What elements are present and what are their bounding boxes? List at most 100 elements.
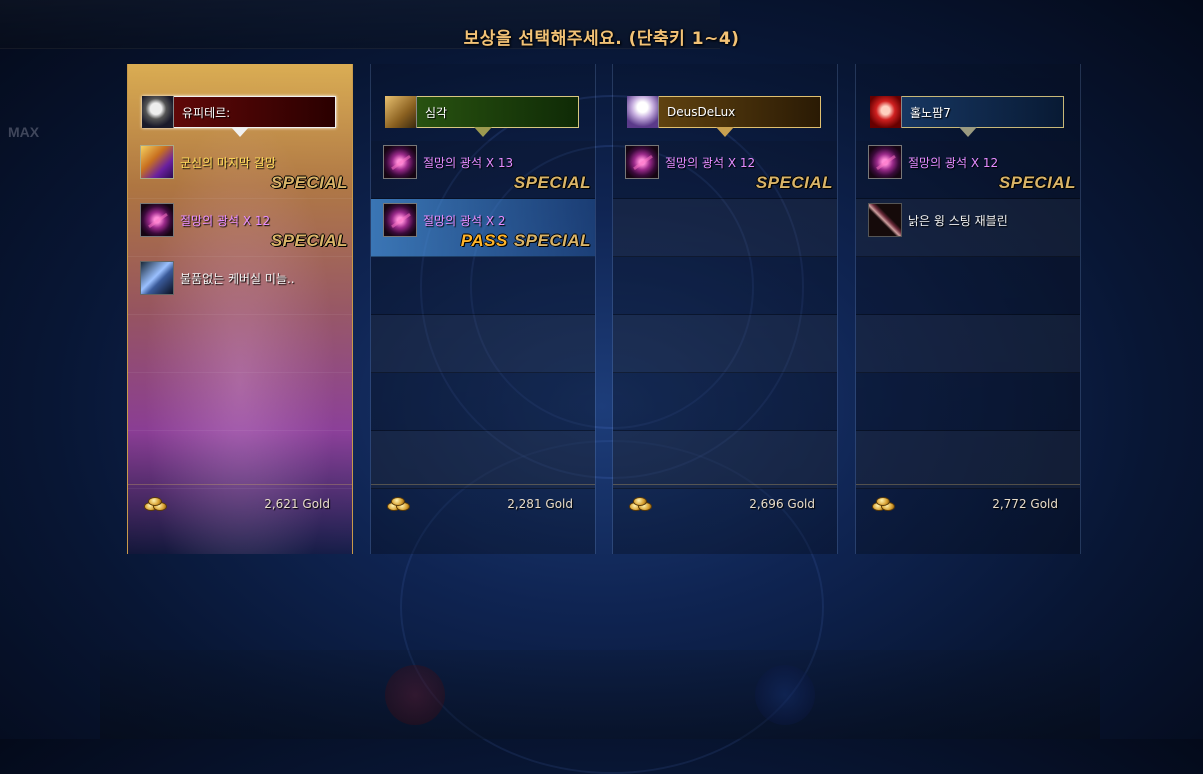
player-name: DeusDeLux xyxy=(667,105,736,119)
reward-item: 절망의 광석 X 12 xyxy=(868,145,998,179)
despair-ore-icon xyxy=(140,203,174,237)
empty-reward-row xyxy=(613,257,837,315)
empty-reward-row xyxy=(128,373,352,431)
name-bar-pointer xyxy=(474,127,492,137)
empty-reward-row xyxy=(613,315,837,373)
empty-reward-row xyxy=(613,199,837,257)
javelin-icon xyxy=(868,203,902,237)
reward-item-name: 절망의 광석 X 12 xyxy=(665,155,756,170)
gold-unit: Gold xyxy=(787,497,815,511)
rarity-tag: SPECIAL xyxy=(271,173,348,193)
background-skill-bar xyxy=(100,650,1100,739)
reward-item-row[interactable]: 절망의 광석 X 12 SPECIAL xyxy=(128,199,352,257)
gold-reward-row: 2,281 Gold xyxy=(371,484,595,525)
gold-value: 2,281 xyxy=(507,497,542,511)
reward-item-name: 절망의 광석 X 13 xyxy=(423,155,514,170)
gold-unit: Gold xyxy=(545,497,573,511)
rarity-tag: SPECIAL xyxy=(514,173,591,193)
reward-column-1[interactable]: 유피테르: 군신의 마지막 갈망 SPECIAL 절망의 광석 X 12 SPECIAL… xyxy=(127,64,353,554)
reward-item: 낡은 윙 스팅 재블린 xyxy=(868,203,1008,237)
reward-list: 절망의 광석 X 12 SPECIAL 낡은 윙 스팅 재블린 xyxy=(856,141,1080,489)
gold-value: 2,621 xyxy=(264,497,299,511)
reward-item-row[interactable]: 낡은 윙 스팅 재블린 xyxy=(856,199,1080,257)
gold-coin-icon xyxy=(872,496,895,511)
special-tag: SPECIAL xyxy=(755,173,833,192)
weapon-icon xyxy=(140,261,174,295)
gold-amount: 2,621 Gold xyxy=(264,497,330,511)
player-name: 유피테르: xyxy=(182,105,231,120)
despair-ore-icon xyxy=(383,145,417,179)
despair-ore-icon xyxy=(868,145,902,179)
gold-value: 2,696 xyxy=(749,497,784,511)
reward-item-row[interactable]: 절망의 광석 X 12 SPECIAL xyxy=(613,141,837,199)
white-haired-character-portrait xyxy=(627,96,659,128)
rarity-tag: SPECIAL xyxy=(271,231,348,251)
silver-haired-character-portrait xyxy=(142,96,174,128)
reward-item-row[interactable]: 군신의 마지막 갈망 SPECIAL xyxy=(128,141,352,199)
gold-amount: 2,696 Gold xyxy=(749,497,815,511)
player-name-bar: 유피테르: xyxy=(142,96,336,137)
reward-list: 절망의 광석 X 13 SPECIAL 절망의 광석 X 2 PASS SPECIAL xyxy=(371,141,595,489)
empty-reward-row xyxy=(371,315,595,373)
reward-item: 불품없는 케버실 미늘.. xyxy=(140,261,295,295)
player-name-bar: 심각 xyxy=(385,96,579,137)
empty-reward-row xyxy=(128,315,352,373)
special-tag: SPECIAL xyxy=(270,231,348,250)
gold-value: 2,772 xyxy=(992,497,1027,511)
name-bar-pointer xyxy=(959,127,977,137)
reward-list: 절망의 광석 X 12 SPECIAL xyxy=(613,141,837,489)
gold-coin-icon xyxy=(629,496,652,511)
empty-reward-row xyxy=(856,431,1080,489)
gold-amount: 2,281 Gold xyxy=(507,497,573,511)
reward-item-name: 절망의 광석 X 12 xyxy=(908,155,999,170)
gold-coin-icon xyxy=(387,496,410,511)
gold-unit: Gold xyxy=(1030,497,1058,511)
empty-reward-row xyxy=(613,431,837,489)
reward-item-name: 절망의 광석 X 12 xyxy=(180,213,271,228)
reward-item: 군신의 마지막 갈망 xyxy=(140,145,276,179)
reward-item-name: 낡은 윙 스팅 재블린 xyxy=(908,213,1008,228)
red-haired-character-portrait xyxy=(870,96,902,128)
mp-orb xyxy=(755,665,815,725)
golden-character-portrait xyxy=(385,96,417,128)
empty-reward-row xyxy=(128,431,352,489)
gold-reward-row: 2,696 Gold xyxy=(613,484,837,525)
rarity-tag: PASS SPECIAL xyxy=(461,231,591,251)
reward-item-row[interactable]: 절망의 광석 X 12 SPECIAL xyxy=(856,141,1080,199)
max-label: MAX xyxy=(8,124,40,140)
player-name-bar: DeusDeLux xyxy=(627,96,821,137)
name-bar-pointer xyxy=(716,127,734,137)
reward-item-row[interactable]: 불품없는 케버실 미늘.. xyxy=(128,257,352,315)
gold-reward-row: 2,621 Gold xyxy=(128,484,352,525)
player-name: 심각 xyxy=(425,105,448,120)
empty-reward-row xyxy=(856,373,1080,431)
gold-reward-row: 2,772 Gold xyxy=(856,484,1080,525)
rarity-tag: SPECIAL xyxy=(756,173,833,193)
reward-item: 절망의 광석 X 12 xyxy=(625,145,755,179)
hp-orb xyxy=(385,665,445,725)
empty-reward-row xyxy=(371,431,595,489)
player-name-bar: 홀노팜7 xyxy=(870,96,1064,137)
reward-item: 절망의 광석 X 13 xyxy=(383,145,513,179)
pass-tag: PASS xyxy=(460,231,508,250)
gold-coin-icon xyxy=(144,496,167,511)
treasure-box-icon xyxy=(140,145,174,179)
gold-unit: Gold xyxy=(302,497,330,511)
reward-list: 군신의 마지막 갈망 SPECIAL 절망의 광석 X 12 SPECIAL 불품없는 … xyxy=(128,141,352,489)
empty-reward-row xyxy=(613,373,837,431)
gold-amount: 2,772 Gold xyxy=(992,497,1058,511)
special-tag: SPECIAL xyxy=(513,173,591,192)
name-bar-pointer xyxy=(231,127,249,137)
reward-item-row[interactable]: 절망의 광석 X 13 SPECIAL xyxy=(371,141,595,199)
despair-ore-icon xyxy=(383,203,417,237)
reward-column-4[interactable]: 홀노팜7 절망의 광석 X 12 SPECIAL 낡은 윙 스팅 재블린 2,772 G… xyxy=(855,64,1081,554)
reward-column-2[interactable]: 심각 절망의 광석 X 13 SPECIAL 절망의 광석 X 2 PASS SPECIA… xyxy=(370,64,596,554)
reward-item-name: 불품없는 케버실 미늘.. xyxy=(180,271,295,286)
reward-item-row[interactable]: 절망의 광석 X 2 PASS SPECIAL xyxy=(371,199,595,257)
reward-column-3[interactable]: DeusDeLux 절망의 광석 X 12 SPECIAL 2,696 Gold xyxy=(612,64,838,554)
special-tag: SPECIAL xyxy=(270,173,348,192)
empty-reward-row xyxy=(856,315,1080,373)
special-tag: SPECIAL xyxy=(513,231,591,250)
reward-select-title: 보상을 선택해주세요. (단축키 1~4) xyxy=(463,29,740,49)
reward-item-name: 군신의 마지막 갈망 xyxy=(180,155,276,170)
